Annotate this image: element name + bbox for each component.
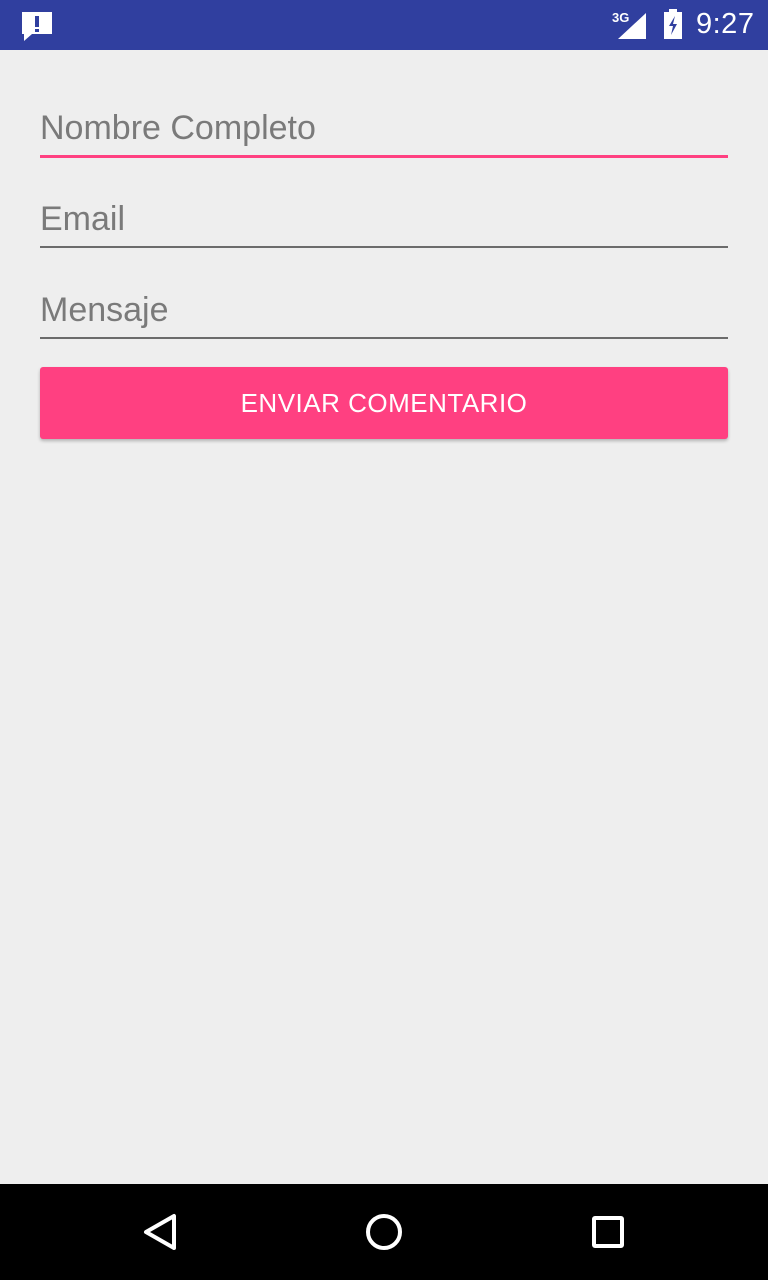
recents-icon — [592, 1216, 624, 1248]
email-underline — [40, 246, 728, 248]
full-name-input[interactable] — [40, 98, 728, 158]
message-underline — [40, 337, 728, 339]
send-comment-button[interactable]: ENVIAR COMENTARIO — [40, 367, 728, 439]
back-button[interactable] — [136, 1208, 184, 1256]
clock: 9:27 — [696, 8, 755, 40]
home-icon — [366, 1214, 402, 1250]
battery-icon — [662, 8, 684, 40]
message-input[interactable] — [40, 280, 728, 340]
back-icon — [144, 1214, 176, 1250]
status-bar: 3G 9:27 — [0, 0, 768, 50]
recents-button[interactable] — [584, 1208, 632, 1256]
alert-icon — [20, 10, 54, 42]
signal-icon — [616, 12, 648, 40]
home-button[interactable] — [360, 1208, 408, 1256]
navigation-bar — [0, 1184, 768, 1280]
full-name-underline — [40, 155, 728, 158]
email-input[interactable] — [40, 189, 728, 249]
